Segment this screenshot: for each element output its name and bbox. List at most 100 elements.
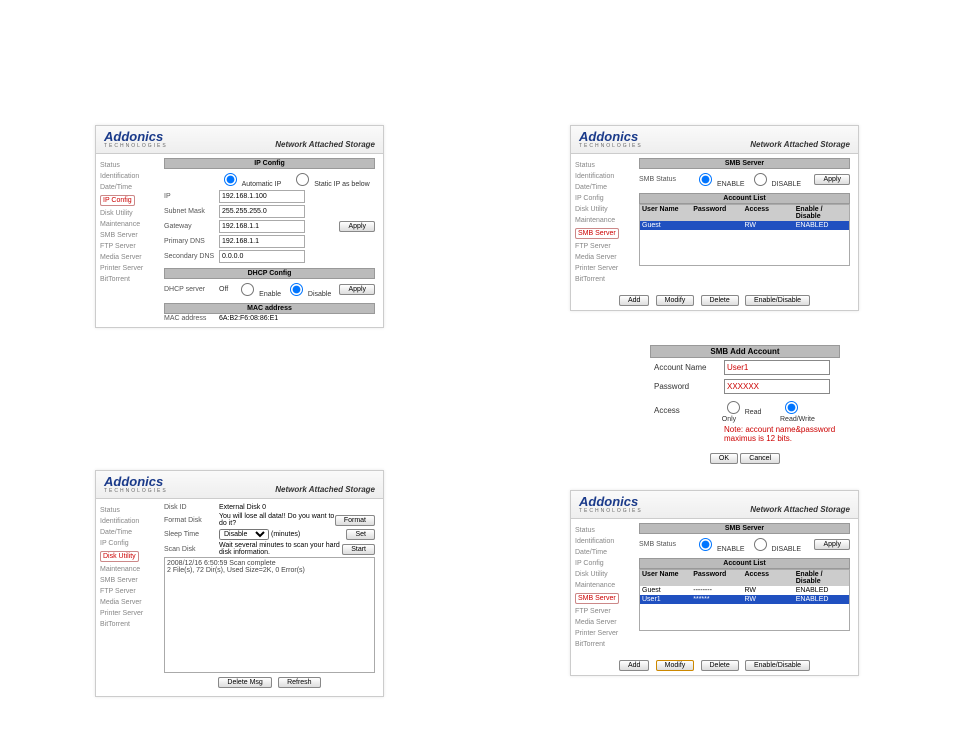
smb-section: SMB Server	[639, 523, 850, 534]
nav-smbserver[interactable]: SMB Server	[575, 228, 619, 239]
delete-button[interactable]: Delete	[701, 295, 739, 306]
sidebar: Status Identification Date/Time IP Confi…	[96, 154, 164, 327]
nav-diskutility[interactable]: Disk Utility	[575, 204, 635, 215]
nav-ftpserver[interactable]: FTP Server	[575, 606, 635, 617]
nav-printerserver[interactable]: Printer Server	[575, 263, 635, 274]
account-name-input[interactable]	[724, 360, 830, 375]
smb-enable[interactable]: ENABLE	[694, 170, 745, 188]
delete-button[interactable]: Delete	[701, 660, 739, 671]
nav-smbserver[interactable]: SMB Server	[100, 230, 160, 241]
header: Addonics TECHNOLOGIES Network Attached S…	[571, 126, 858, 154]
nav-diskutility[interactable]: Disk Utility	[100, 551, 139, 562]
nav-identification[interactable]: Identification	[575, 536, 635, 547]
nav-maintenance[interactable]: Maintenance	[100, 219, 160, 230]
nav-ipconfig[interactable]: IP Config	[575, 558, 635, 569]
table-row[interactable]: User1 ****** RW ENABLED	[640, 595, 849, 604]
footer-buttons: Add Modify Delete Enable/Disable	[571, 291, 858, 310]
nav-diskutility[interactable]: Disk Utility	[575, 569, 635, 580]
nav-identification[interactable]: Identification	[100, 516, 160, 527]
nav-ipconfig[interactable]: IP Config	[100, 195, 135, 206]
auto-ip-radio[interactable]: Automatic IP	[219, 170, 281, 188]
smb-enable[interactable]: ENABLE	[694, 535, 745, 553]
set-button[interactable]: Set	[346, 529, 375, 540]
nav-printerserver[interactable]: Printer Server	[100, 263, 160, 274]
nav-datetime[interactable]: Date/Time	[100, 182, 160, 193]
gateway-input[interactable]	[219, 220, 305, 233]
nav-ftpserver[interactable]: FTP Server	[575, 241, 635, 252]
sidebar: Status Identification Date/Time IP Confi…	[571, 519, 639, 656]
modify-button[interactable]: Modify	[656, 660, 695, 671]
subnet-input[interactable]	[219, 205, 305, 218]
tagline: Network Attached Storage	[275, 140, 375, 149]
readwrite-radio[interactable]: Read/Write	[780, 398, 836, 423]
nav-mediaserver[interactable]: Media Server	[100, 597, 160, 608]
nav-mediaserver[interactable]: Media Server	[100, 252, 160, 263]
nav-ftpserver[interactable]: FTP Server	[100, 241, 160, 252]
nav-ipconfig[interactable]: IP Config	[100, 538, 160, 549]
nav-maintenance[interactable]: Maintenance	[100, 564, 160, 575]
account-list-header: Account List	[639, 193, 850, 204]
nav-ftpserver[interactable]: FTP Server	[100, 586, 160, 597]
nav-bittorrent[interactable]: BitTorrent	[100, 274, 160, 285]
dhcp-disable[interactable]: Disable	[285, 280, 331, 298]
cancel-button[interactable]: Cancel	[740, 453, 780, 464]
dhcp-apply-button[interactable]: Apply	[339, 284, 375, 295]
nav-status[interactable]: Status	[100, 160, 160, 171]
smb-apply-button[interactable]: Apply	[814, 539, 850, 550]
nav-bittorrent[interactable]: BitTorrent	[575, 274, 635, 285]
sleep-select[interactable]: Disable	[219, 529, 269, 540]
nav-ipconfig[interactable]: IP Config	[575, 193, 635, 204]
nav-datetime[interactable]: Date/Time	[575, 182, 635, 193]
refresh-button[interactable]: Refresh	[278, 677, 321, 688]
add-button[interactable]: Add	[619, 660, 649, 671]
pdns-input[interactable]	[219, 235, 305, 248]
nav-smbserver[interactable]: SMB Server	[100, 575, 160, 586]
modify-button[interactable]: Modify	[656, 295, 695, 306]
nav-mediaserver[interactable]: Media Server	[575, 617, 635, 628]
enable-disable-button[interactable]: Enable/Disable	[745, 295, 810, 306]
dhcp-off[interactable]: Off	[219, 286, 228, 293]
sidebar: Status Identification Date/Time IP Confi…	[571, 154, 639, 291]
nav-maintenance[interactable]: Maintenance	[575, 215, 635, 226]
smb-disable[interactable]: DISABLE	[749, 170, 802, 188]
add-account-modal: SMB Add Account Account Name Password Ac…	[650, 345, 840, 468]
nav-status[interactable]: Status	[575, 525, 635, 536]
nav-datetime[interactable]: Date/Time	[575, 547, 635, 558]
nav-bittorrent[interactable]: BitTorrent	[575, 639, 635, 650]
delete-msg-button[interactable]: Delete Msg	[218, 677, 271, 688]
table-row[interactable]: Guest -------- RW ENABLED	[640, 586, 849, 595]
enable-disable-button[interactable]: Enable/Disable	[745, 660, 810, 671]
readonly-radio[interactable]: Read Only	[722, 398, 776, 423]
logo: Addonics	[579, 495, 643, 508]
nav-printerserver[interactable]: Printer Server	[100, 608, 160, 619]
add-button[interactable]: Add	[619, 295, 649, 306]
nav-bittorrent[interactable]: BitTorrent	[100, 619, 160, 630]
nav-smbserver[interactable]: SMB Server	[575, 593, 619, 604]
disk-id-value: External Disk 0	[219, 504, 266, 511]
table-row[interactable]: Guest RW ENABLED	[640, 221, 849, 230]
dhcp-enable[interactable]: Enable	[236, 280, 281, 298]
account-list: User Name Password Access Enable / Disab…	[639, 204, 850, 266]
ip-input[interactable]	[219, 190, 305, 203]
nav-diskutility[interactable]: Disk Utility	[100, 208, 160, 219]
account-pass-input[interactable]	[724, 379, 830, 394]
nav-identification[interactable]: Identification	[100, 171, 160, 182]
apply-button[interactable]: Apply	[339, 221, 375, 232]
format-button[interactable]: Format	[335, 515, 375, 526]
sdns-input[interactable]	[219, 250, 305, 263]
start-button[interactable]: Start	[342, 544, 375, 555]
nav-identification[interactable]: Identification	[575, 171, 635, 182]
smb-section: SMB Server	[639, 158, 850, 169]
static-ip-radio[interactable]: Static IP as below	[291, 170, 369, 188]
dhcp-section: DHCP Config	[164, 268, 375, 279]
smb-disable[interactable]: DISABLE	[749, 535, 802, 553]
nav-datetime[interactable]: Date/Time	[100, 527, 160, 538]
ok-button[interactable]: OK	[710, 453, 738, 464]
nav-status[interactable]: Status	[575, 160, 635, 171]
disk-panel: Addonics TECHNOLOGIES Network Attached S…	[95, 470, 384, 697]
nav-status[interactable]: Status	[100, 505, 160, 516]
nav-mediaserver[interactable]: Media Server	[575, 252, 635, 263]
smb-apply-button[interactable]: Apply	[814, 174, 850, 185]
nav-maintenance[interactable]: Maintenance	[575, 580, 635, 591]
nav-printerserver[interactable]: Printer Server	[575, 628, 635, 639]
